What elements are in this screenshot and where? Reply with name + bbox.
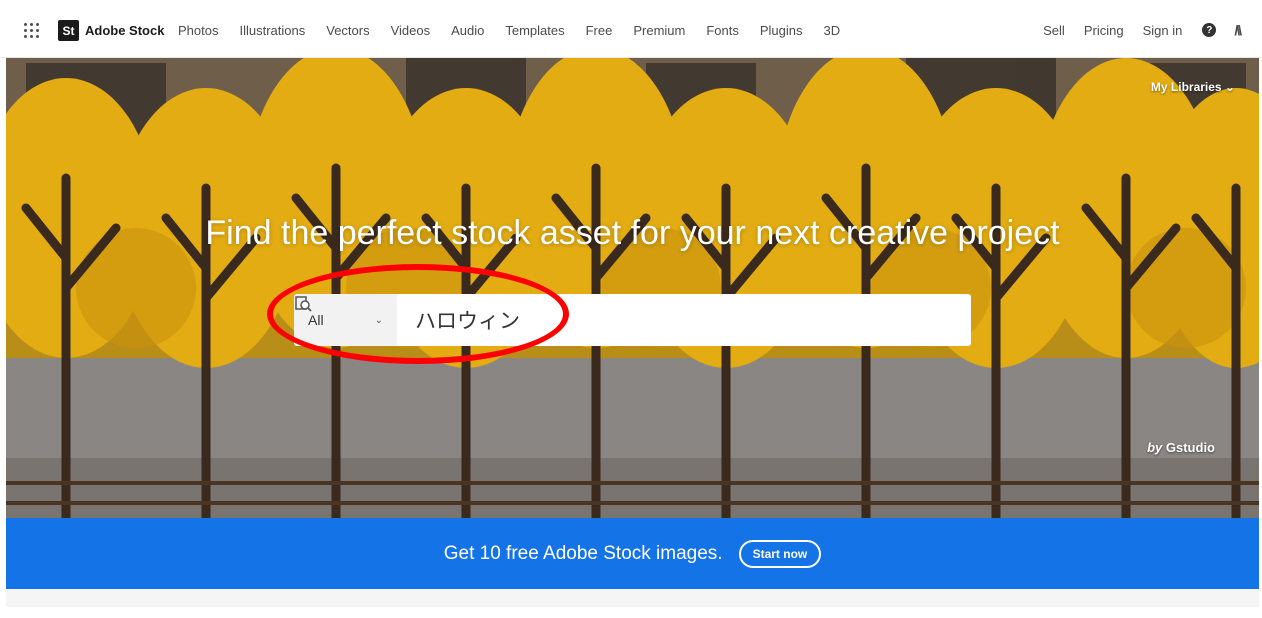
chevron-down-icon: ⌄ <box>374 314 383 326</box>
adobe-stock-logo[interactable]: St Adobe Stock <box>58 20 164 41</box>
menu-item-free[interactable]: Free <box>586 23 613 38</box>
start-now-button[interactable]: Start now <box>738 539 822 568</box>
help-icon[interactable]: ? <box>1202 23 1217 37</box>
main-menu: Photos Illustrations Vectors Videos Audi… <box>178 23 861 38</box>
menu-item-videos[interactable]: Videos <box>391 23 431 38</box>
menu-item-templates[interactable]: Templates <box>505 23 564 38</box>
category-value: All <box>308 312 324 328</box>
credit-name[interactable]: Gstudio <box>1166 440 1215 455</box>
promo-banner: Get 10 free Adobe Stock images. Start no… <box>6 518 1259 589</box>
menu-item-plugins[interactable]: Plugins <box>760 23 803 38</box>
my-libraries-button[interactable]: My Libraries ⌄ <box>1151 80 1235 94</box>
visual-search-icon[interactable] <box>294 294 312 312</box>
menu-item-illustrations[interactable]: Illustrations <box>239 23 305 38</box>
menu-item-fonts[interactable]: Fonts <box>706 23 739 38</box>
search-bar: All ⌄ ハロウィン <box>294 294 971 346</box>
image-credit: by Gstudio <box>1147 440 1215 455</box>
menu-item-vectors[interactable]: Vectors <box>326 23 369 38</box>
app-switcher-icon[interactable] <box>24 23 40 39</box>
autumn-trees-illustration <box>6 58 1259 518</box>
nav-right: Sell Pricing Sign in ? /\\ <box>1024 22 1242 38</box>
menu-item-photos[interactable]: Photos <box>178 23 218 38</box>
menu-item-audio[interactable]: Audio <box>451 23 484 38</box>
hero-banner: My Libraries ⌄ Find the perfect stock as… <box>6 58 1259 518</box>
page-footer-strip <box>6 589 1259 607</box>
adobe-logo-icon[interactable]: /\\ <box>1234 22 1242 38</box>
menu-item-3d[interactable]: 3D <box>824 23 841 38</box>
sell-link[interactable]: Sell <box>1043 23 1065 38</box>
sign-in-link[interactable]: Sign in <box>1143 23 1183 38</box>
promo-text: Get 10 free Adobe Stock images. <box>443 542 723 564</box>
top-navigation: St Adobe Stock Photos Illustrations Vect… <box>0 0 1262 58</box>
menu-item-premium[interactable]: Premium <box>633 23 685 38</box>
hero-headline: Find the perfect stock asset for your ne… <box>205 214 1060 252</box>
brand-name: Adobe Stock <box>85 23 165 38</box>
pricing-link[interactable]: Pricing <box>1084 23 1124 38</box>
brand-badge: St <box>58 20 79 41</box>
search-input[interactable]: ハロウィン <box>397 305 971 335</box>
credit-by: by <box>1147 440 1163 455</box>
